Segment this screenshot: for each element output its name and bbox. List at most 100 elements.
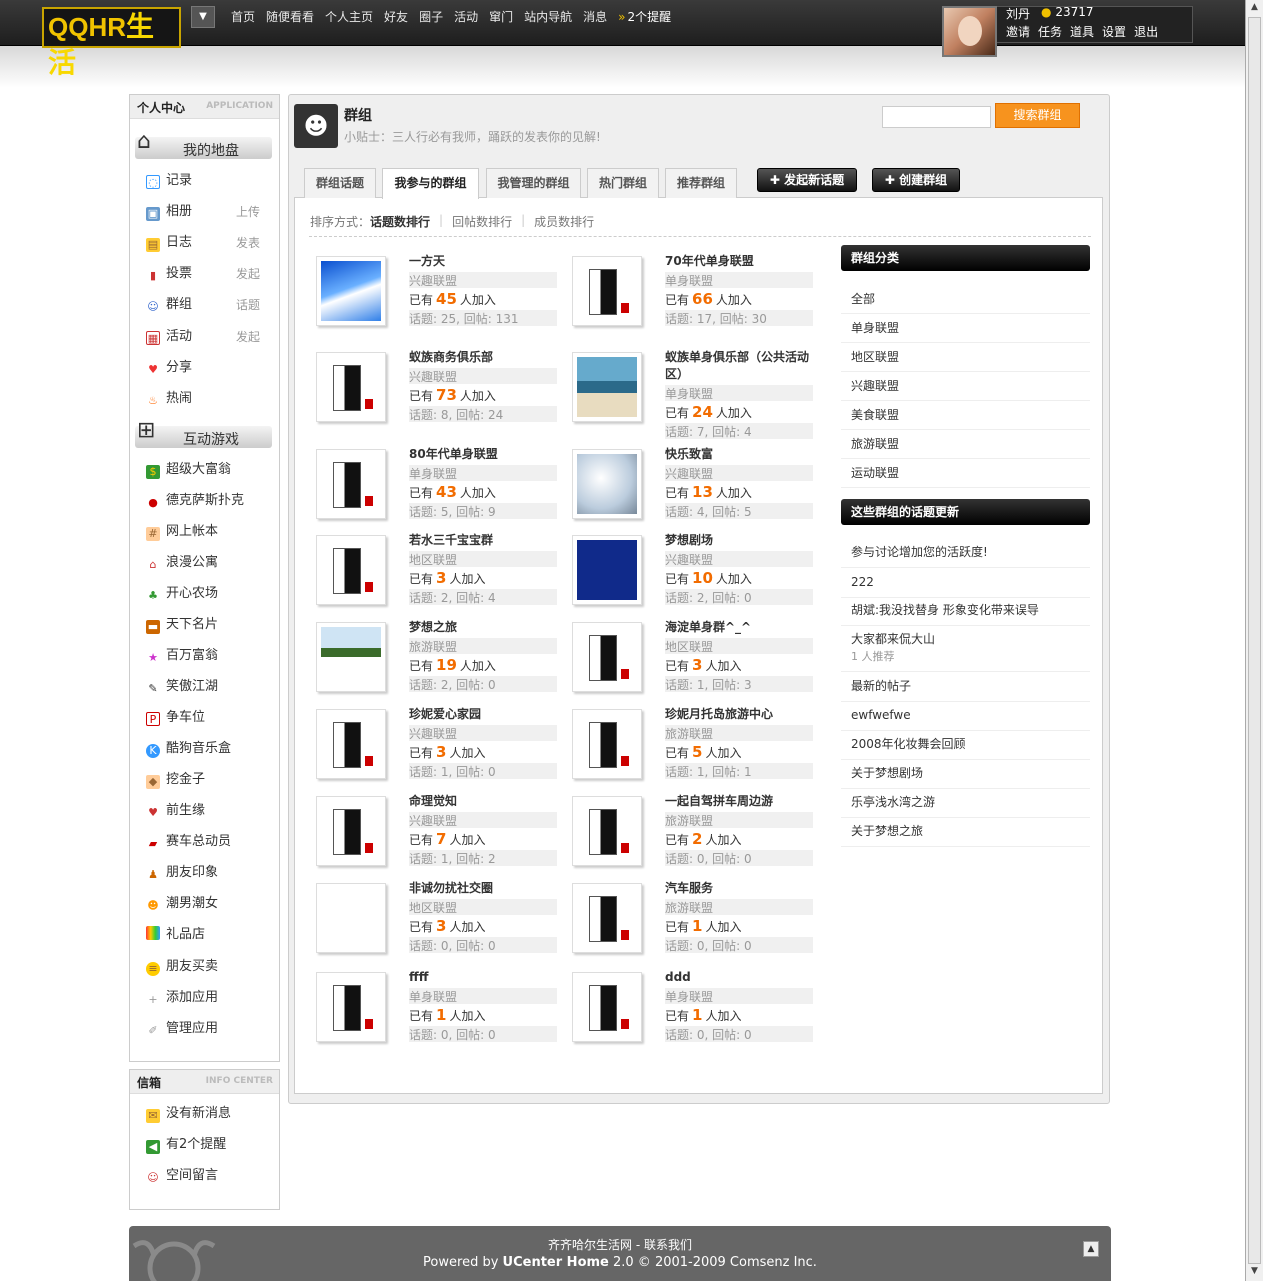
group-thumbnail[interactable] [316,449,386,519]
game-item[interactable]: # 网上帐本 [146,522,218,542]
menu-dropdown-button[interactable]: ▼ [191,6,215,28]
topic-update-item[interactable]: 胡斌:我没找替身 形象变化带来误导 [841,601,1090,626]
nav-friends[interactable]: 好友 [384,8,408,25]
start-poll-link[interactable]: 发起 [236,264,260,284]
game-item[interactable]: ★ 百万富翁 [146,646,218,666]
game-item[interactable]: ♟ 朋友印象 [146,863,218,883]
sidebar-item-status[interactable]: ◌ 记录 [146,171,192,191]
category-link[interactable]: 运动联盟 [841,463,1090,488]
sort-by-members[interactable]: 成员数排行 [534,213,594,230]
topic-title[interactable]: 关于梦想剧场 [851,766,923,780]
topic-update-item[interactable]: 关于梦想剧场 [841,764,1090,789]
group-name[interactable]: 一方天 [409,253,559,270]
topic-title[interactable]: 关于梦想之旅 [851,824,923,838]
topic-update-item[interactable]: 2008年化妆舞会回顾 [841,735,1090,760]
topic-title[interactable]: 最新的帖子 [851,679,911,693]
back-to-top-icon[interactable]: ▲ [1083,1241,1099,1257]
add-app-link[interactable]: + 添加应用 [146,988,218,1008]
topic-update-item[interactable]: 乐亭浅水湾之游 [841,793,1090,818]
nav-messages[interactable]: 消息 [583,8,607,25]
group-name[interactable]: ffff [409,969,559,986]
inbox-wall[interactable]: ☺ 空间留言 [146,1166,218,1186]
sort-by-replies[interactable]: 回帖数排行 [452,213,512,230]
topic-update-item[interactable]: 222 [841,573,1090,598]
group-topic-link[interactable]: 话题 [236,295,260,315]
category-link[interactable]: 全部 [841,289,1090,314]
game-item[interactable]: $ 超级大富翁 [146,460,231,480]
game-item[interactable]: K 酷狗音乐盒 [146,739,231,759]
nav-visit[interactable]: 窜门 [489,8,513,25]
nav-sitemap[interactable]: 站内导航 [524,8,572,25]
upload-link[interactable]: 上传 [236,202,260,222]
topic-title[interactable]: 参与讨论增加您的活跃度! [851,545,988,559]
topic-update-item[interactable]: 参与讨论增加您的活跃度! [841,543,1090,568]
group-thumbnail[interactable] [572,709,642,779]
group-name[interactable]: 珍妮爱心家园 [409,706,559,723]
game-item[interactable]: ♣ 开心农场 [146,584,218,604]
nav-browse[interactable]: 随便看看 [266,8,314,25]
nav-circles[interactable]: 圈子 [419,8,443,25]
sidebar-item-blog[interactable]: ▤ 日志 发表 [146,233,266,253]
game-item[interactable]: ☻ 潮男潮女 [146,894,218,914]
topic-update-item[interactable]: 最新的帖子 [841,677,1090,702]
category-link[interactable]: 兴趣联盟 [841,376,1090,401]
props-link[interactable]: 道具 [1070,23,1094,40]
group-name[interactable]: 汽车服务 [665,880,815,897]
group-name[interactable]: 蚁族单身俱乐部（公共活动区） [665,349,815,383]
topic-title[interactable]: 大家都来侃大山 [851,632,935,646]
sidebar-item-hot[interactable]: ♨ 热闹 [146,389,192,409]
post-blog-link[interactable]: 发表 [236,233,260,253]
game-item[interactable]: ◆ 挖金子 [146,770,205,790]
sort-by-topics[interactable]: 话题数排行 [370,213,430,230]
nav-home[interactable]: 首页 [231,8,255,25]
topic-update-item[interactable]: ewfwefwe [841,706,1090,731]
group-name[interactable]: 命理觉知 [409,793,559,810]
topic-update-item[interactable]: 关于梦想之旅 [841,822,1090,847]
group-name[interactable]: 70年代单身联盟 [665,253,815,270]
topic-title[interactable]: 2008年化妆舞会回顾 [851,737,966,751]
group-name[interactable]: 珍妮月托岛旅游中心 [665,706,815,723]
group-name[interactable]: 蚁族商务俱乐部 [409,349,559,366]
tab-recommended-groups[interactable]: 推荐群组 [665,168,737,198]
inbox-messages[interactable]: ✉ 没有新消息 [146,1104,231,1124]
invite-link[interactable]: 邀请 [1006,23,1030,40]
group-thumbnail[interactable] [316,352,386,422]
topic-title[interactable]: 胡斌:我没找替身 形象变化带来误导 [851,603,1039,617]
sidebar-item-poll[interactable]: ▮ 投票 发起 [146,264,266,284]
logout-link[interactable]: 退出 [1134,23,1158,40]
search-input[interactable] [882,106,991,128]
game-item[interactable]: ▰ 赛车总动员 [146,832,231,852]
manage-app-link[interactable]: ✐ 管理应用 [146,1019,218,1039]
nav-profile[interactable]: 个人主页 [325,8,373,25]
topic-title[interactable]: 乐亭浅水湾之游 [851,795,935,809]
group-thumbnail[interactable] [572,622,642,692]
group-name[interactable]: ddd [665,969,815,986]
group-thumbnail[interactable] [572,352,642,422]
game-item[interactable]: P 争车位 [146,708,205,728]
start-event-link[interactable]: 发起 [236,327,260,347]
scroll-thumb[interactable] [1248,17,1261,1264]
footer-links[interactable]: 齐齐哈尔生活网 - 联系我们 [0,1236,1240,1253]
scroll-down-icon[interactable]: ▼ [1248,1266,1261,1279]
nav-events[interactable]: 活动 [454,8,478,25]
group-name[interactable]: 梦想剧场 [665,532,815,549]
settings-link[interactable]: 设置 [1102,23,1126,40]
group-thumbnail[interactable] [572,796,642,866]
scrollbar[interactable]: ▲ ▼ [1245,0,1263,1281]
group-name[interactable]: 非诚勿扰社交圈 [409,880,559,897]
category-link[interactable]: 地区联盟 [841,347,1090,372]
group-thumbnail[interactable] [572,256,642,326]
avatar[interactable] [942,6,997,57]
group-thumbnail[interactable] [572,449,642,519]
group-thumbnail[interactable] [316,535,386,605]
group-thumbnail[interactable] [316,972,386,1042]
create-group-button[interactable]: ✚ 创建群组 [872,168,960,192]
user-name[interactable]: 刘丹 [1006,5,1030,22]
game-item[interactable]: ▬ 天下名片 [146,615,218,635]
game-item[interactable]: ✎ 笑傲江湖 [146,677,218,697]
category-link[interactable]: 旅游联盟 [841,434,1090,459]
search-group-button[interactable]: 搜索群组 [995,103,1080,128]
game-item[interactable]: ⌂ 浪漫公寓 [146,553,219,573]
group-thumbnail[interactable] [572,883,642,953]
sidebar-item-album[interactable]: ▣ 相册 上传 [146,202,266,222]
